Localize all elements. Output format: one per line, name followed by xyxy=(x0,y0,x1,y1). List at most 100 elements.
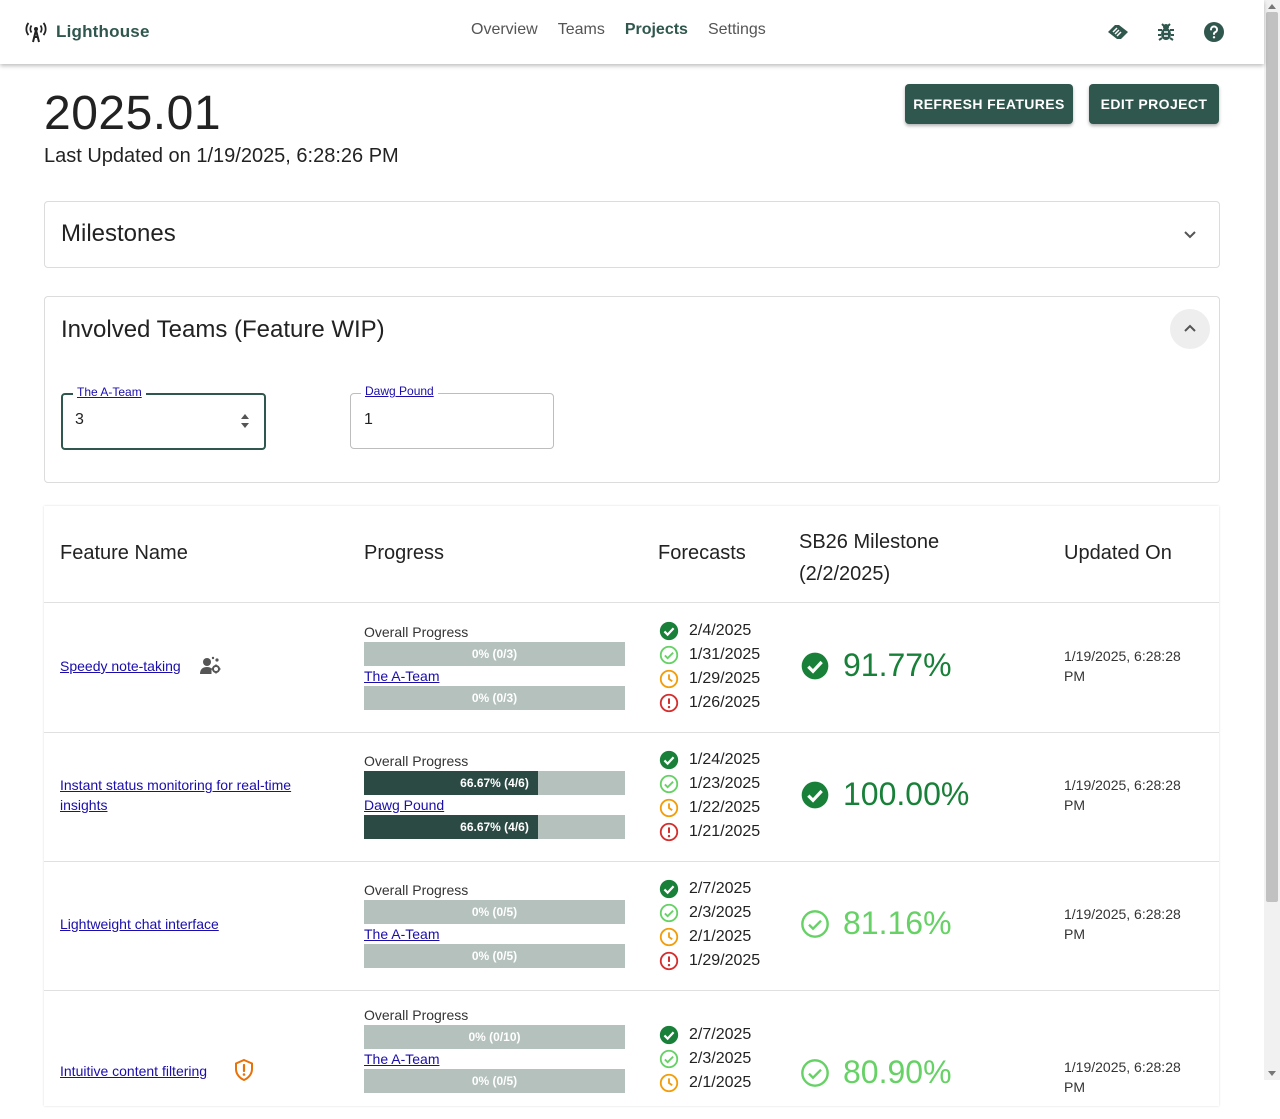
nav-teams[interactable]: Teams xyxy=(558,21,605,39)
feature-link-line[interactable]: insights xyxy=(60,797,107,813)
updated-on-time: PM xyxy=(1064,1079,1085,1095)
check-circle-filled-icon xyxy=(659,621,679,641)
team-progress-bar: 0% (0/3) xyxy=(364,686,625,710)
progress-bar-text: 66.67% (4/6) xyxy=(460,776,529,790)
feature-link-line[interactable]: Instant status monitoring for real-time xyxy=(60,777,291,793)
check-circle-outline-icon xyxy=(659,645,679,665)
scroll-thumb[interactable] xyxy=(1266,12,1278,902)
team-link[interactable]: The A-Team xyxy=(364,924,625,944)
overall-progress-label: Overall Progress xyxy=(364,624,469,640)
feature-link[interactable]: Lightweight chat interface xyxy=(60,914,219,934)
updated-on-time: PM xyxy=(1064,668,1085,684)
table-row: Speedy note-taking Overall Progress 0% (… xyxy=(44,603,1219,733)
nav-overview[interactable]: Overview xyxy=(471,21,538,39)
milestone-header-date: (2/2/2025) xyxy=(799,563,891,585)
feature-link[interactable]: Instant status monitoring for real-time … xyxy=(60,775,291,815)
forecast-date: 1/24/2025 xyxy=(689,751,761,768)
progress-bar-text: 0% (0/10) xyxy=(468,1030,521,1044)
team-link-a-team[interactable]: The A-Team xyxy=(73,385,146,399)
team-progress-bar: 0% (0/5) xyxy=(364,944,625,968)
scroll-down-arrow-icon[interactable] xyxy=(1268,1071,1276,1076)
check-circle-filled-icon xyxy=(659,750,679,770)
brand[interactable]: Lighthouse xyxy=(24,20,150,44)
nav-projects[interactable]: Projects xyxy=(625,21,688,39)
team-wip-field-dawg-pound[interactable]: Dawg Pound 1 xyxy=(350,384,554,449)
expand-milestones-button[interactable] xyxy=(1170,214,1210,254)
forecast-item: 1/21/2025 xyxy=(658,820,760,844)
progress-bar-text: 0% (0/5) xyxy=(471,1074,518,1088)
team-link[interactable]: Dawg Pound xyxy=(364,795,625,815)
clock-icon xyxy=(659,927,679,947)
spinner-up-icon[interactable] xyxy=(241,414,249,419)
progress-bar-text: 66.67% (4/6) xyxy=(460,820,529,834)
updated-on-date: 1/19/2025, 6:28:28 xyxy=(1064,1059,1181,1075)
forecast-date: 1/23/2025 xyxy=(689,775,761,792)
bug-icon[interactable] xyxy=(1154,20,1178,44)
milestone-likelihood: 81.16% xyxy=(843,905,952,941)
forecast-date: 2/7/2025 xyxy=(689,1026,752,1043)
check-circle-filled-icon xyxy=(659,1025,679,1045)
team-wip-value[interactable]: 3 xyxy=(75,411,84,429)
page-scrollbar[interactable] xyxy=(1264,0,1280,1080)
team-settings-icon xyxy=(200,656,221,674)
involved-teams-panel: Involved Teams (Feature WIP) The A-Team … xyxy=(44,296,1220,483)
team-link-dawg-pound[interactable]: Dawg Pound xyxy=(361,384,438,398)
app-bar: Lighthouse Overview Teams Projects Setti… xyxy=(0,0,1264,64)
refresh-features-button[interactable]: REFRESH FEATURES xyxy=(905,84,1073,124)
milestone-cell: 100.00% xyxy=(799,776,969,813)
feature-link[interactable]: Speedy note-taking xyxy=(60,656,181,676)
forecast-date: 1/29/2025 xyxy=(689,952,761,969)
check-circle-filled-icon xyxy=(801,652,829,679)
handshake-icon[interactable] xyxy=(1106,20,1130,44)
help-icon[interactable] xyxy=(1202,20,1226,44)
team-link[interactable]: The A-Team xyxy=(364,666,625,686)
check-circle-filled-icon xyxy=(659,879,679,899)
nav-settings[interactable]: Settings xyxy=(708,21,766,39)
milestone-likelihood: 100.00% xyxy=(843,776,970,812)
forecast-date: 1/26/2025 xyxy=(689,694,761,711)
forecast-date: 1/21/2025 xyxy=(689,823,761,840)
forecast-item: 2/4/2025 xyxy=(658,619,760,643)
team-wip-field-a-team[interactable]: The A-Team 3 xyxy=(61,385,266,450)
scroll-up-arrow-icon[interactable] xyxy=(1268,4,1276,9)
updated-on-cell: 1/19/2025, 6:28:28 PM xyxy=(1064,904,1204,944)
team-progress-bar: 0% (0/5) xyxy=(364,1069,625,1093)
forecast-date: 2/3/2025 xyxy=(689,1050,752,1067)
spinner-down-icon[interactable] xyxy=(241,423,249,428)
collapse-teams-button[interactable] xyxy=(1170,309,1210,349)
number-spinner[interactable] xyxy=(239,411,251,431)
updated-on-cell: 1/19/2025, 6:28:28 PM xyxy=(1064,775,1204,815)
check-circle-outline-icon xyxy=(659,903,679,923)
overall-progress-bar: 0% (0/3) xyxy=(364,642,625,666)
forecast-date: 2/1/2025 xyxy=(689,1074,752,1091)
forecast-date: 2/1/2025 xyxy=(689,928,752,945)
column-header-progress: Progress xyxy=(364,542,445,564)
progress-cell: Overall Progress 0% (0/5) The A-Team 0% … xyxy=(364,880,625,968)
brand-name: Lighthouse xyxy=(56,22,150,41)
last-updated-text: Last Updated on 1/19/2025, 6:28:26 PM xyxy=(44,145,399,167)
milestone-header-name: SB26 Milestone xyxy=(799,531,940,553)
edit-project-button[interactable]: EDIT PROJECT xyxy=(1089,84,1219,124)
page-title: 2025.01 xyxy=(44,87,222,140)
milestone-cell: 91.77% xyxy=(799,647,952,684)
check-circle-outline-icon xyxy=(801,1058,829,1087)
milestone-likelihood: 80.90% xyxy=(843,1054,952,1090)
forecast-item: 2/7/2025 xyxy=(658,1023,751,1047)
involved-teams-title: Involved Teams (Feature WIP) xyxy=(61,316,385,343)
team-wip-value[interactable]: 1 xyxy=(364,411,373,429)
progress-cell: Overall Progress 66.67% (4/6) Dawg Pound… xyxy=(364,751,625,839)
updated-on-date: 1/19/2025, 6:28:28 xyxy=(1064,906,1181,922)
forecast-item: 1/31/2025 xyxy=(658,643,760,667)
forecast-date: 1/31/2025 xyxy=(689,646,761,663)
table-row: Lightweight chat interface Overall Progr… xyxy=(44,861,1219,991)
forecast-item: 2/3/2025 xyxy=(658,901,760,925)
updated-on-cell: 1/19/2025, 6:28:28 PM xyxy=(1064,1057,1204,1097)
milestones-panel[interactable]: Milestones xyxy=(44,201,1220,268)
alert-circle-icon xyxy=(659,822,679,842)
toolbar-icons xyxy=(1106,20,1226,44)
alert-circle-icon xyxy=(659,951,679,971)
column-header-feature-name: Feature Name xyxy=(60,542,188,564)
team-link[interactable]: The A-Team xyxy=(364,1049,625,1069)
milestones-title: Milestones xyxy=(61,220,176,247)
feature-link[interactable]: Intuitive content filtering xyxy=(60,1061,207,1081)
